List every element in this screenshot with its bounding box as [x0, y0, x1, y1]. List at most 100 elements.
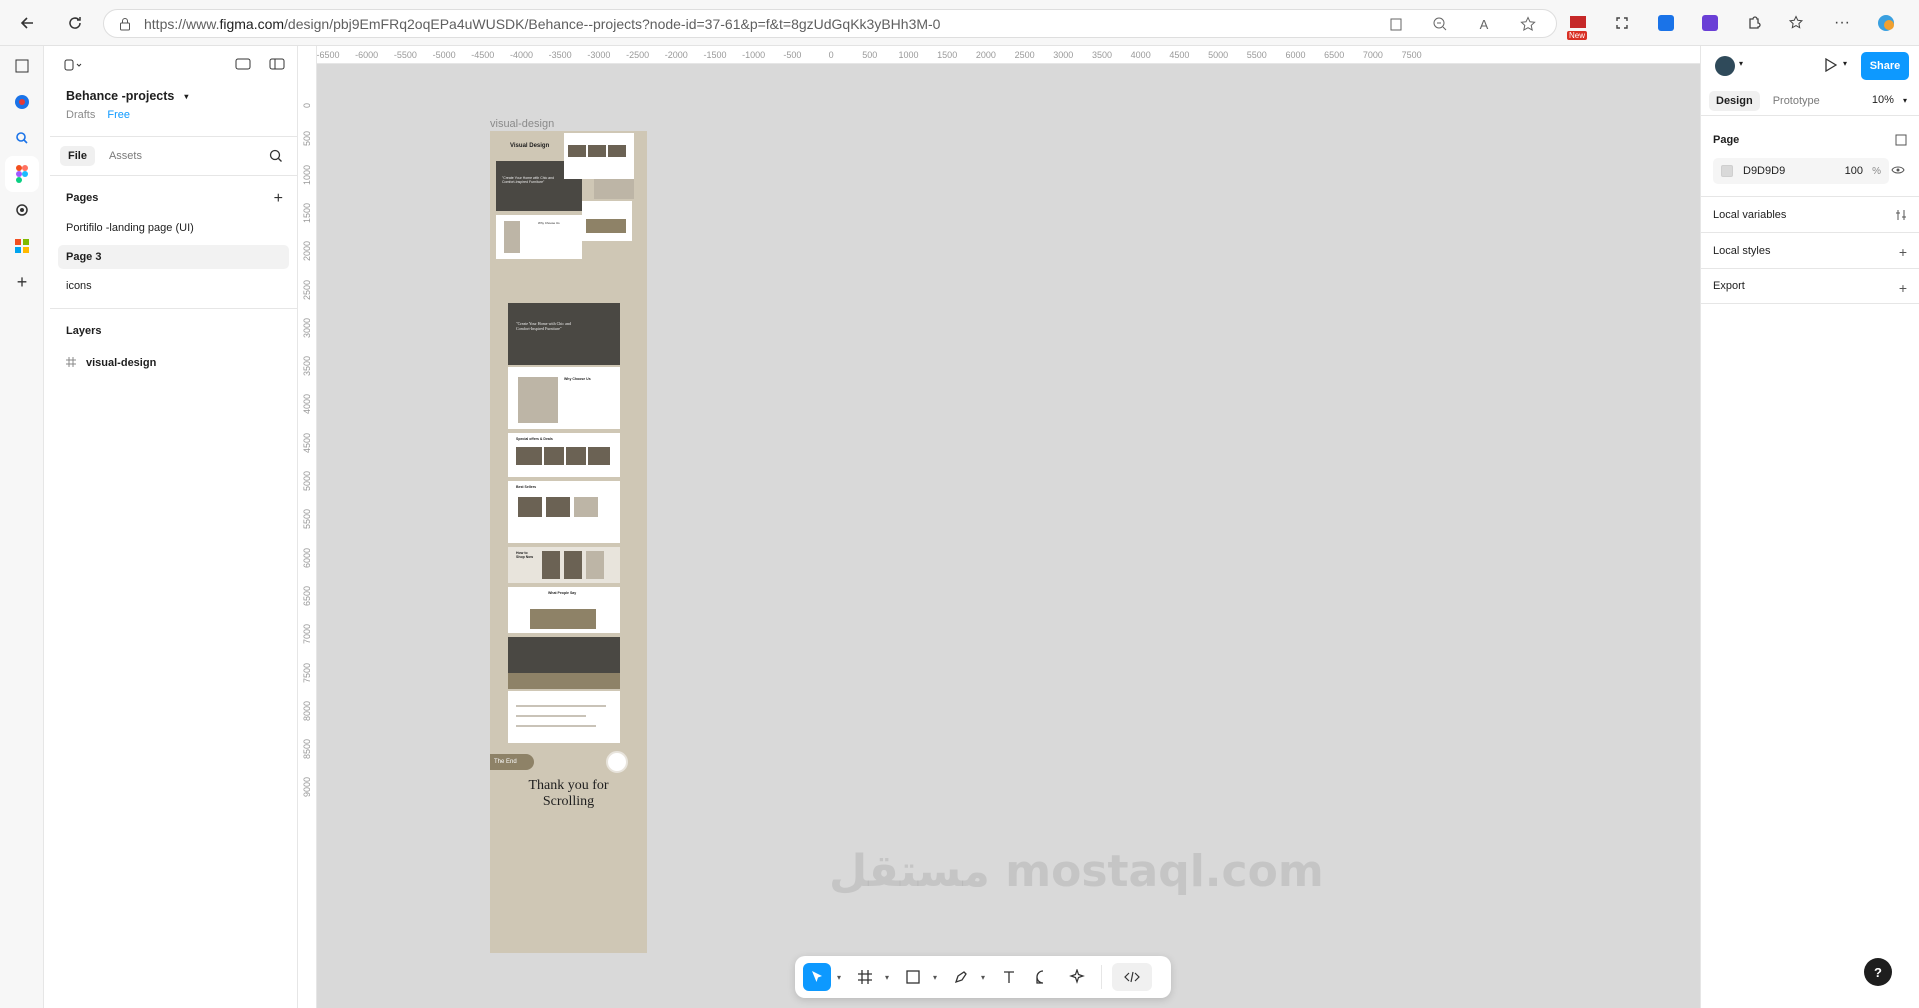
- zoom-out-icon[interactable]: [1430, 14, 1450, 34]
- tab-assets[interactable]: Assets: [101, 146, 150, 166]
- ruler-tick: 2500: [302, 279, 312, 300]
- read-aloud-icon[interactable]: A: [1474, 14, 1494, 34]
- styles-icon[interactable]: [1895, 133, 1907, 149]
- ai-text-icon[interactable]: [235, 58, 251, 73]
- figma-menu-icon[interactable]: [64, 58, 84, 75]
- zoom-level[interactable]: 10% ▾: [1872, 94, 1907, 106]
- comment-tool-icon[interactable]: [1029, 963, 1057, 991]
- ruler-tick: 5500: [1246, 50, 1267, 60]
- help-button[interactable]: ?: [1864, 958, 1892, 986]
- panel-toggle-icon[interactable]: [269, 58, 285, 73]
- testimonial-card: [530, 609, 596, 629]
- refresh-icon[interactable]: [60, 8, 90, 38]
- search-icon[interactable]: [269, 149, 283, 166]
- bottom-toolbar: ▾ ▾ ▾ ▾: [795, 956, 1171, 998]
- move-tool-icon[interactable]: [803, 963, 831, 991]
- ruler-tick: 0: [828, 50, 834, 60]
- ruler-tick: 3000: [302, 317, 312, 338]
- chevron-down-icon[interactable]: ▾: [837, 973, 845, 982]
- ruler-tick: -500: [783, 50, 802, 60]
- fill-hex-value[interactable]: D9D9D9: [1743, 165, 1785, 177]
- export-section[interactable]: Export +: [1701, 268, 1919, 304]
- screenshot-icon[interactable]: [1609, 10, 1635, 36]
- drafts-label[interactable]: Drafts: [66, 109, 95, 121]
- add-page-icon[interactable]: +: [274, 190, 283, 208]
- project-name[interactable]: Behance -projects ▾: [50, 86, 297, 106]
- frame-tool-icon[interactable]: [851, 963, 879, 991]
- translate-extension-icon[interactable]: [1653, 10, 1679, 36]
- favorite-star-icon[interactable]: [1518, 14, 1538, 34]
- tabs-icon[interactable]: [0, 48, 44, 84]
- user-avatar[interactable]: [1715, 56, 1735, 76]
- page-fill-row[interactable]: D9D9D9 100 %: [1713, 158, 1905, 184]
- reading-view-icon[interactable]: [1386, 14, 1406, 34]
- ruler-tick: 8000: [302, 700, 312, 721]
- local-variables-section[interactable]: Local variables: [1701, 196, 1919, 232]
- fill-swatch[interactable]: [1721, 165, 1733, 177]
- ruler-tick: -2500: [626, 50, 650, 60]
- why-section-image: [518, 377, 558, 423]
- extensions-puzzle-icon[interactable]: [1741, 10, 1767, 36]
- settings-gear-icon[interactable]: [0, 192, 44, 228]
- office-apps-icon[interactable]: [0, 228, 44, 264]
- mock-title: Visual Design: [510, 143, 550, 149]
- tab-file[interactable]: File: [60, 146, 95, 166]
- tab-prototype[interactable]: Prototype: [1766, 91, 1827, 111]
- frame-icon: [66, 356, 76, 370]
- tab-design[interactable]: Design: [1709, 90, 1760, 111]
- chevron-down-icon[interactable]: ▾: [885, 973, 893, 982]
- address-bar[interactable]: https://www.figma.com/design/pbj9EmFRq2o…: [103, 9, 1557, 38]
- add-sidebar-icon[interactable]: +: [0, 264, 44, 300]
- chevron-down-icon[interactable]: ▾: [933, 973, 941, 982]
- pen-tool-icon[interactable]: [947, 963, 975, 991]
- favorites-icon[interactable]: [1785, 10, 1811, 36]
- site-info-icon[interactable]: [118, 17, 132, 31]
- chevron-down-icon[interactable]: ▾: [1843, 59, 1847, 68]
- actions-ai-icon[interactable]: [1063, 963, 1091, 991]
- chevron-down-icon[interactable]: ▾: [981, 973, 989, 982]
- fill-opacity-value[interactable]: 100: [1845, 165, 1863, 177]
- edge-sidebar: +: [0, 46, 44, 1008]
- text-tool-icon[interactable]: [995, 963, 1023, 991]
- layers-header: Layers: [66, 325, 102, 337]
- more-menu-icon[interactable]: ···: [1829, 10, 1855, 36]
- add-export-icon[interactable]: +: [1899, 280, 1907, 296]
- new-badge: New: [1567, 31, 1588, 40]
- variables-settings-icon[interactable]: [1895, 208, 1907, 224]
- ruler-tick: 4500: [1169, 50, 1190, 60]
- share-button[interactable]: Share: [1861, 52, 1909, 80]
- extension-new-icon[interactable]: New: [1565, 10, 1591, 40]
- back-icon[interactable]: [12, 8, 42, 38]
- hero-section-text: "Create Your Home with Chic and Comfort-…: [516, 321, 571, 331]
- page-item-page-3[interactable]: Page 3: [58, 245, 289, 269]
- ruler-tick: 1000: [898, 50, 919, 60]
- chevron-down-icon[interactable]: ▾: [1739, 59, 1743, 68]
- thanks-line-2: Scrolling: [542, 794, 595, 809]
- frame-label[interactable]: visual-design: [490, 118, 554, 130]
- search-icon[interactable]: [0, 120, 44, 156]
- footer-line: [516, 705, 606, 707]
- ruler-tick: 500: [302, 131, 312, 147]
- figma-app-icon[interactable]: [5, 156, 39, 192]
- ruler-tick: 4000: [302, 394, 312, 415]
- rectangle-tool-icon[interactable]: [899, 963, 927, 991]
- canvas[interactable]: -6500 -6000 -5500 -5000 -4500 -4000 -3500 -3000…: [299, 46, 1700, 1008]
- layer-item-visual-design[interactable]: visual-design: [50, 349, 297, 377]
- copilot-icon[interactable]: [1873, 10, 1899, 36]
- app-red-icon[interactable]: [0, 84, 44, 120]
- plan-badge[interactable]: Free: [107, 109, 130, 121]
- add-style-icon[interactable]: +: [1899, 244, 1907, 260]
- page-item-icons[interactable]: icons: [58, 274, 289, 298]
- page-item-portfolio[interactable]: Portifilo -landing page (UI): [58, 216, 289, 240]
- visibility-eye-icon[interactable]: [1891, 165, 1905, 178]
- local-styles-section[interactable]: Local styles +: [1701, 232, 1919, 268]
- testimonial-card-mock: [586, 219, 626, 233]
- slash-extension-icon[interactable]: [1697, 10, 1723, 36]
- how-thumb: [564, 551, 582, 579]
- dev-mode-icon[interactable]: [1112, 963, 1152, 991]
- ruler-tick: 9000: [302, 777, 312, 798]
- why-mock-image: [504, 221, 520, 253]
- present-play-icon[interactable]: [1825, 57, 1838, 75]
- ruler-tick: 8500: [302, 739, 312, 760]
- visual-design-frame[interactable]: Visual Design "Create Your Home with Chi…: [490, 131, 647, 953]
